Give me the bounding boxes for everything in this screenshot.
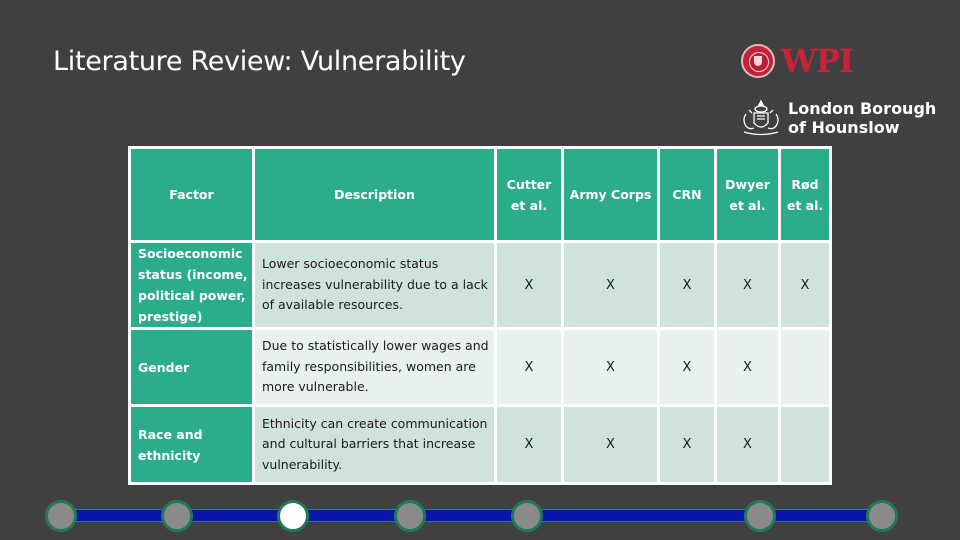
header-description: Description [252, 146, 497, 243]
mark-cell: X [561, 404, 660, 485]
description-cell: Lower socioeconomic status increases vul… [252, 240, 497, 330]
nav-step-7[interactable] [866, 500, 898, 532]
mark-cell: X [494, 327, 564, 407]
description-cell: Due to statistically lower wages and fam… [252, 327, 497, 407]
header-source-army-corps: Army Corps [561, 146, 660, 243]
mark-cell: X [494, 240, 564, 330]
hounslow-logo: London Borough of Hounslow [740, 98, 936, 138]
mark-cell: X [714, 327, 781, 407]
header-factor: Factor [128, 146, 255, 243]
table-row: Socioeconomic status (income, political … [128, 240, 832, 330]
table-header-row: Factor Description Cutter et al. Army Co… [128, 146, 832, 243]
mark-cell: X [778, 240, 832, 330]
mark-cell: X [657, 404, 717, 485]
wpi-seal-icon [741, 44, 775, 78]
header-source-line1: Dwyer [725, 176, 770, 192]
header-source-line2: et al. [510, 197, 548, 213]
slide-title: Literature Review: Vulnerability [53, 46, 466, 77]
mark-cell: X [561, 327, 660, 407]
mark-cell: X [494, 404, 564, 485]
table-row: Gender Due to statistically lower wages … [128, 327, 832, 407]
mark-cell [778, 404, 832, 485]
factor-cell: Race and ethnicity [128, 404, 255, 485]
borough-crest-icon [743, 99, 779, 136]
wpi-logo-text: WPI [781, 42, 854, 80]
header-source-line2: et al. [786, 197, 824, 213]
mark-cell: X [657, 327, 717, 407]
factor-cell: Gender [128, 327, 255, 407]
mark-cell: X [657, 240, 717, 330]
description-cell: Ethnicity can create communication and c… [252, 404, 497, 485]
header-source-line1: Cutter [506, 176, 552, 192]
table-row: Race and ethnicity Ethnicity can create … [128, 404, 832, 485]
header-source-crn: CRN [657, 146, 717, 243]
nav-step-6[interactable] [744, 500, 776, 532]
literature-review-table: Factor Description Cutter et al. Army Co… [128, 146, 832, 485]
hounslow-logo-line2: of Hounslow [788, 118, 900, 137]
mark-cell: X [714, 240, 781, 330]
hounslow-logo-line1: London Borough [788, 99, 937, 118]
mark-cell: X [561, 240, 660, 330]
nav-step-4[interactable] [394, 500, 426, 532]
nav-step-2[interactable] [161, 500, 193, 532]
header-source-line1: Rød [791, 176, 819, 192]
nav-step-3-current[interactable] [277, 500, 309, 532]
nav-step-1[interactable] [45, 500, 77, 532]
header-source-line1: Army Corps [569, 187, 652, 202]
header-source-line1: CRN [672, 187, 702, 202]
header-source-cutter: Cutter et al. [494, 146, 564, 243]
wpi-logo: WPI [741, 42, 854, 80]
mark-cell: X [714, 404, 781, 485]
mark-cell [778, 327, 832, 407]
header-source-rod: Rød et al. [778, 146, 832, 243]
factor-cell: Socioeconomic status (income, political … [128, 240, 255, 330]
header-source-line2: et al. [729, 197, 766, 213]
header-source-dwyer: Dwyer et al. [714, 146, 781, 243]
nav-step-5[interactable] [511, 500, 543, 532]
